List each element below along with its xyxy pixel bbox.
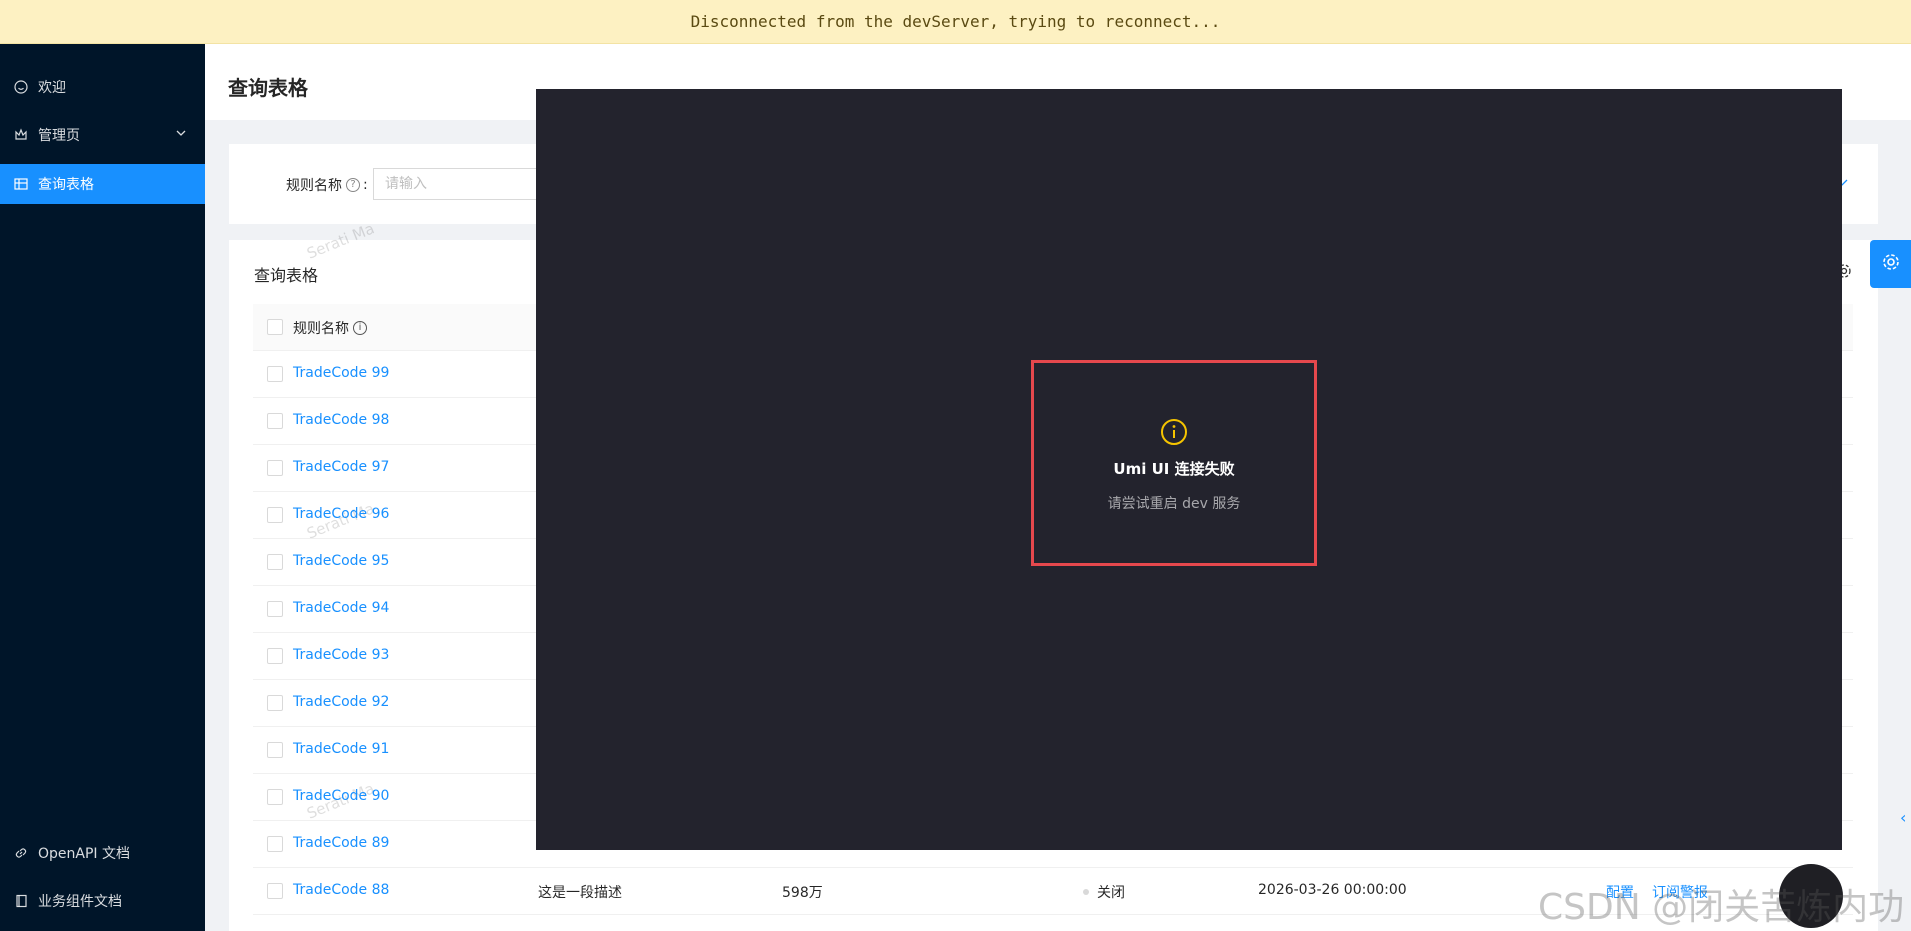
error-subtitle: 请尝试重启 dev 服务	[1107, 496, 1241, 512]
rule-name-link[interactable]: TradeCode 90	[293, 788, 389, 804]
sidebar-item-openapi[interactable]: OpenAPI 文档	[0, 833, 205, 873]
status-badge: 关闭	[1083, 882, 1125, 902]
sidebar-item-welcome[interactable]: 欢迎	[0, 67, 205, 107]
rule-name-link[interactable]: TradeCode 98	[293, 412, 389, 428]
row-checkbox[interactable]	[267, 836, 283, 852]
row-checkbox[interactable]	[267, 648, 283, 664]
column-rule-name: 规则名称 i	[293, 318, 367, 338]
status-text: 关闭	[1097, 885, 1125, 901]
sidebar-item-label: 管理页	[38, 128, 80, 144]
rule-name-link[interactable]: TradeCode 93	[293, 647, 389, 663]
table-icon	[14, 177, 28, 191]
rule-name-link[interactable]: TradeCode 97	[293, 459, 389, 475]
info-circle-icon	[1160, 418, 1188, 446]
schedule-time-cell: 2026-03-26 00:00:00	[1258, 882, 1407, 898]
row-checkbox[interactable]	[267, 366, 283, 382]
banner-text: Disconnected from the devServer, trying …	[690, 12, 1221, 31]
rule-name-link[interactable]: TradeCode 88	[293, 882, 389, 898]
description-cell: 这是一段描述	[538, 885, 622, 901]
rule-name-link[interactable]: TradeCode 95	[293, 553, 389, 569]
collapse-arrow-icon[interactable]: ‹	[1900, 808, 1906, 827]
search-label-text: 规则名称	[286, 178, 342, 194]
chevron-down-icon	[175, 127, 187, 143]
search-label: 规则名称 ? :	[286, 175, 368, 195]
sidebar-item-table[interactable]: 查询表格	[0, 164, 205, 204]
row-checkbox[interactable]	[267, 742, 283, 758]
umi-ui-overlay: Umi UI 连接失败 请尝试重启 dev 服务	[536, 89, 1842, 850]
rule-name-link[interactable]: TradeCode 91	[293, 741, 389, 757]
row-checkbox[interactable]	[267, 460, 283, 476]
question-icon[interactable]: ?	[346, 178, 360, 192]
page-title: 查询表格	[228, 76, 308, 100]
sidebar-item-label: OpenAPI 文档	[38, 846, 130, 862]
rule-name-link[interactable]: TradeCode 99	[293, 365, 389, 381]
table-title: 查询表格	[254, 266, 319, 285]
sidebar: 欢迎 管理页 查询表格 OpenAPI 文档 业务组件文档	[0, 44, 205, 931]
error-title: Umi UI 连接失败	[1113, 460, 1235, 478]
link-icon	[14, 846, 28, 860]
sidebar-item-label: 业务组件文档	[38, 894, 122, 910]
watermark: Serati Ma	[304, 219, 377, 263]
row-checkbox[interactable]	[267, 507, 283, 523]
gear-icon	[1881, 252, 1901, 276]
column-rule-name-label: 规则名称	[293, 321, 349, 337]
rule-name-link[interactable]: TradeCode 92	[293, 694, 389, 710]
service-calls-cell: 598万	[782, 885, 823, 901]
row-checkbox[interactable]	[267, 601, 283, 617]
book-icon	[14, 894, 28, 908]
search-label-colon: :	[363, 177, 368, 193]
row-checkbox[interactable]	[267, 695, 283, 711]
rule-name-link[interactable]: TradeCode 94	[293, 600, 389, 616]
row-checkbox[interactable]	[267, 554, 283, 570]
info-icon[interactable]: i	[353, 321, 367, 335]
sidebar-item-admin[interactable]: 管理页	[0, 115, 205, 155]
row-checkbox[interactable]	[267, 413, 283, 429]
row-checkbox[interactable]	[267, 883, 283, 899]
crown-icon	[14, 128, 28, 142]
rule-name-link[interactable]: TradeCode 89	[293, 835, 389, 851]
sidebar-item-component-docs[interactable]: 业务组件文档	[0, 881, 205, 921]
sidebar-item-label: 查询表格	[38, 177, 94, 193]
rule-name-link[interactable]: TradeCode 96	[293, 506, 389, 522]
sidebar-item-label: 欢迎	[38, 80, 66, 96]
smile-icon	[14, 80, 28, 94]
csdn-watermark: CSDN @闭关苦炼内功	[1538, 887, 1905, 928]
devserver-disconnect-banner: Disconnected from the devServer, trying …	[0, 0, 1911, 44]
select-all-checkbox[interactable]	[267, 319, 283, 335]
status-dot	[1083, 889, 1089, 895]
settings-drawer-button[interactable]	[1870, 240, 1911, 288]
row-checkbox[interactable]	[267, 789, 283, 805]
connection-error-box: Umi UI 连接失败 请尝试重启 dev 服务	[1031, 360, 1317, 566]
